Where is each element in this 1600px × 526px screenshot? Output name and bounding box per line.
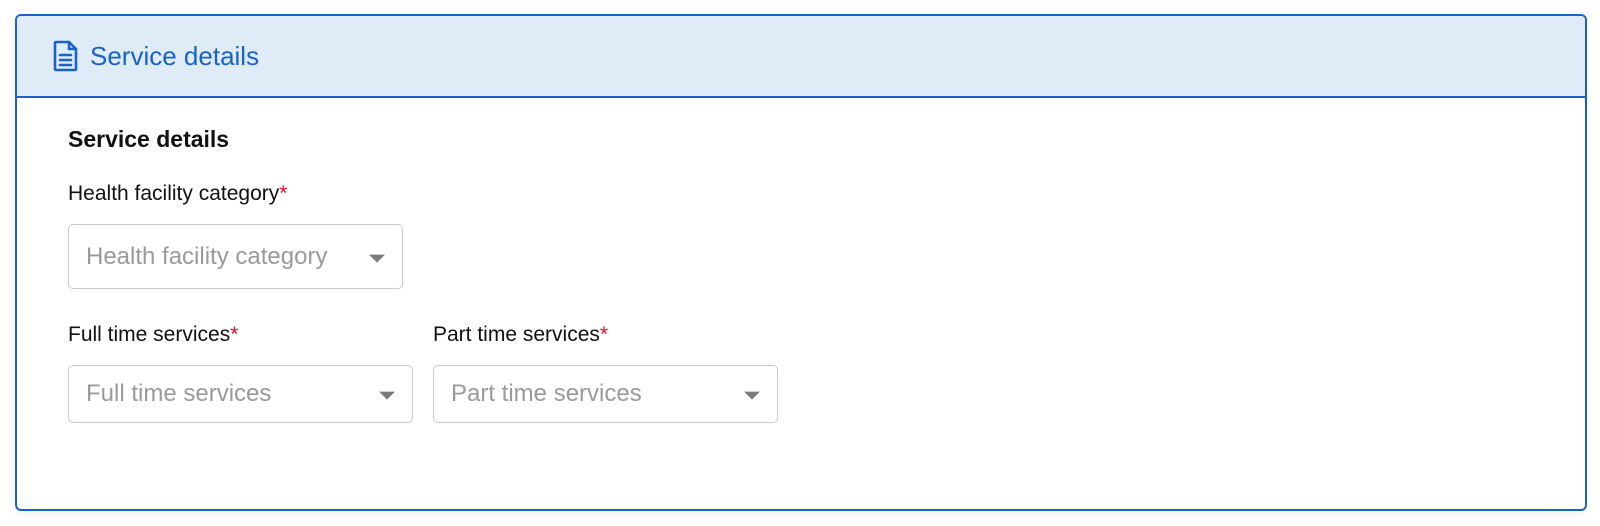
required-marker: *	[599, 323, 609, 346]
chevron-down-icon	[744, 391, 760, 400]
panel-header: Service details	[17, 16, 1585, 98]
health-facility-category-label-text: Health facility category	[68, 182, 280, 205]
full-time-services-label-text: Full time services	[68, 323, 231, 346]
section-title: Service details	[68, 126, 230, 152]
part-time-services-select[interactable]: Part time services	[433, 365, 778, 423]
part-time-services-placeholder: Part time services	[451, 380, 642, 407]
required-marker: *	[230, 323, 239, 346]
chevron-down-icon	[379, 391, 395, 400]
chevron-down-icon	[369, 254, 385, 263]
part-time-services-label-text: Part time services	[433, 323, 600, 346]
health-facility-category-select[interactable]: Health facility category	[68, 224, 403, 289]
services-row: Full time services* Full time services P…	[68, 321, 1585, 423]
health-facility-category-label: Health facility category*	[68, 180, 1585, 208]
panel-body: Service details Health facility category…	[17, 98, 1585, 423]
health-facility-category-placeholder: Health facility category	[86, 242, 328, 270]
full-time-services-field: Full time services* Full time services	[68, 321, 413, 423]
full-time-services-placeholder: Full time services	[86, 380, 272, 407]
part-time-services-field: Part time services* Part time services	[433, 321, 778, 423]
health-facility-category-field: Health facility category* Health facilit…	[68, 180, 1585, 289]
full-time-services-label: Full time services*	[68, 321, 413, 349]
part-time-services-label: Part time services*	[433, 321, 778, 349]
full-time-services-select[interactable]: Full time services	[68, 365, 413, 423]
service-details-panel: Service details Service details Health f…	[15, 14, 1587, 511]
panel-title: Service details	[90, 40, 260, 71]
required-marker: *	[279, 182, 288, 205]
document-icon	[52, 40, 80, 72]
